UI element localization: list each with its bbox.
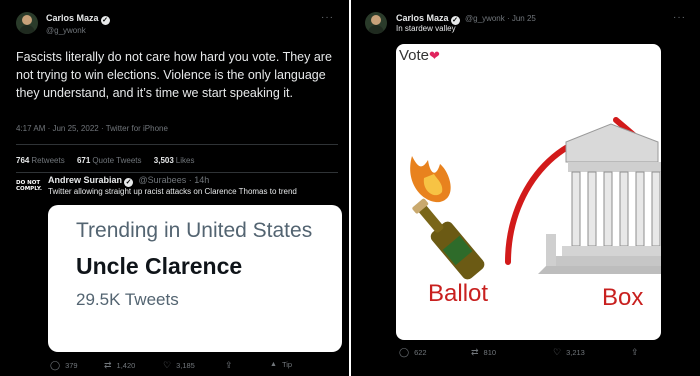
reply-button[interactable]: ◯ 379: [50, 360, 78, 371]
quoted-handle-time: @Surabees · 14h: [138, 175, 210, 185]
retweet-button[interactable]: ⇄ 810: [471, 347, 496, 358]
quoted-avatar[interactable]: DO NOT COMPLY.: [16, 180, 42, 192]
like-icon: ♡: [553, 347, 562, 357]
stat-quote-tweets[interactable]: 671 Quote Tweets: [77, 156, 142, 165]
more-horizontal-icon[interactable]: ···: [673, 12, 686, 23]
avatar-text: COMPLY.: [16, 186, 43, 192]
retweet-count: 810: [483, 348, 497, 357]
share-icon: ⇪: [631, 347, 639, 357]
share-button[interactable]: ⇪: [631, 347, 639, 358]
stat-retweets[interactable]: 764 Retweets: [16, 156, 65, 165]
reply-count: 622: [414, 348, 427, 357]
like-button[interactable]: ♡ 3,185: [163, 360, 195, 371]
share-button[interactable]: ⇪: [225, 360, 233, 371]
avatar[interactable]: [16, 12, 38, 34]
like-icon: ♡: [163, 360, 172, 370]
more-horizontal-icon[interactable]: ···: [321, 12, 334, 23]
quoted-author[interactable]: Andrew Surabian ✓ @Surabees · 14h: [48, 175, 209, 187]
engagement-stats: 764 Retweets 671 Quote Tweets 3,503 Likes: [16, 156, 204, 165]
trending-count: 29.5K Tweets: [76, 290, 179, 309]
retweet-button[interactable]: ⇄ 1,420: [104, 360, 135, 371]
stat-likes[interactable]: 3,503 Likes: [154, 156, 195, 165]
trending-location: Trending in United States: [76, 219, 313, 242]
like-button[interactable]: ♡ 3,213: [553, 347, 585, 358]
meme-ballot-label: Ballot: [428, 280, 489, 307]
retweet-count: 1,420: [116, 361, 136, 370]
divider: [16, 144, 338, 145]
tweet-text: Fascists literally do not care how hard …: [16, 50, 332, 100]
retweet-icon: ⇄: [104, 360, 112, 370]
trending-topic: Uncle Clarence: [76, 253, 243, 279]
quoted-author-name: Andrew Surabian: [48, 175, 123, 185]
stat-count: 764: [16, 156, 30, 165]
author-handle[interactable]: @g_ywonk: [46, 26, 86, 35]
author-handle-time: @g_ywonk · Jun 25: [465, 14, 536, 23]
tweet-text: In stardew valley: [396, 24, 456, 33]
reply-icon: ◯: [50, 360, 61, 370]
reply-count: 379: [65, 361, 78, 370]
tweet-meta[interactable]: 4:17 AM · Jun 25, 2022 · Twitter for iPh…: [16, 124, 168, 133]
stat-label: Quote Tweets: [92, 156, 142, 165]
author-name-text: Carlos Maza: [396, 13, 449, 23]
heart-icon: ❤: [429, 48, 440, 63]
meme-image[interactable]: Vote❤ Ballot Box: [396, 44, 661, 340]
avatar[interactable]: [365, 12, 387, 34]
author-name-text: Carlos Maza: [46, 13, 99, 23]
vote-text: Vote: [399, 47, 430, 64]
stat-label: Retweets: [31, 156, 65, 165]
left-tweet-panel: Carlos Maza ✓ @g_ywonk ··· Fascists liter…: [0, 0, 349, 376]
retweet-icon: ⇄: [471, 347, 479, 357]
quoted-tweet-text: Twitter allowing straight up racist atta…: [48, 187, 297, 196]
verified-icon: ✓: [100, 16, 110, 25]
meme-box-label: Box: [602, 284, 644, 311]
tip-icon: ▲: [270, 361, 277, 368]
tip-button[interactable]: ▲ Tip: [270, 360, 292, 369]
reply-button[interactable]: ◯ 622: [399, 347, 427, 358]
stat-count: 671: [76, 156, 91, 165]
tip-label: Tip: [281, 360, 293, 369]
share-icon: ⇪: [225, 360, 233, 370]
author-name[interactable]: Carlos Maza ✓: [46, 13, 110, 25]
verified-icon: ✓: [124, 178, 134, 187]
stat-label: Likes: [175, 156, 195, 165]
meme-vote-label: Vote❤: [399, 47, 440, 64]
like-count: 3,185: [176, 361, 195, 370]
trending-card-image[interactable]: Trending in United States Uncle Clarence…: [48, 205, 342, 352]
like-count: 3,213: [566, 348, 585, 357]
reply-icon: ◯: [399, 347, 410, 357]
divider: [16, 172, 338, 173]
stat-count: 3,503: [153, 156, 174, 165]
right-tweet-panel: Carlos Maza ✓ @g_ywonk · Jun 25 ··· In st…: [351, 0, 700, 376]
